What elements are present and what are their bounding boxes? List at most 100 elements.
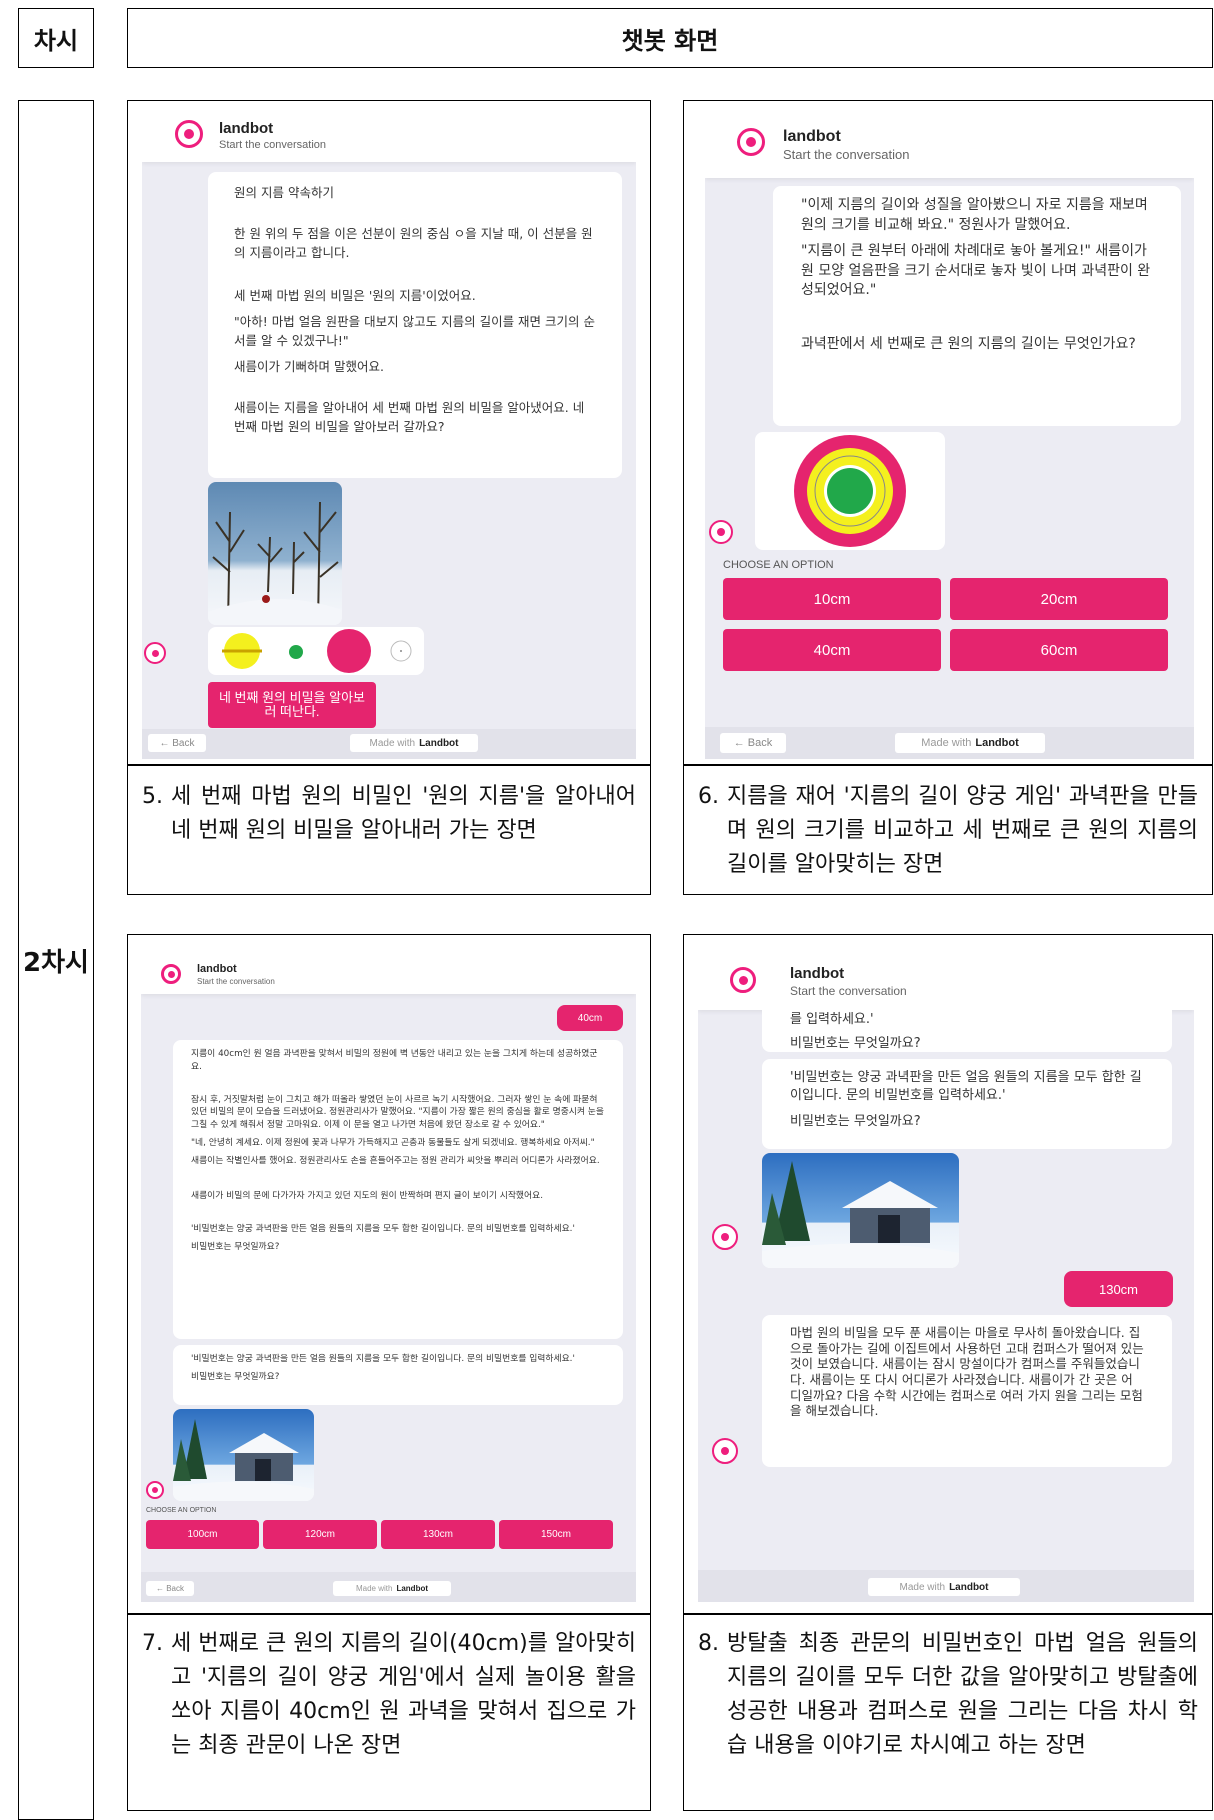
message-text: '비밀번호는 양궁 과녁판을 만든 얼음 원들의 지름을 모두 합한 길이입니다… (191, 1354, 575, 1364)
caption-text: 지름을 재어 '지름의 길이 양궁 게임' 과녁판을 만들며 원의 크기를 비교… (727, 784, 1198, 878)
made-with-landbot-link[interactable]: Made with Landbot (868, 1578, 1020, 1596)
button-label: 네 번째 원의 비밀을 알아보러 떠난다. (218, 689, 365, 719)
bot-subtitle: Start the conversation (197, 977, 275, 986)
message-text: 를 입력하세요.' (790, 1012, 874, 1027)
landbot-logo-icon (730, 967, 756, 993)
caption-number: 8. (698, 1631, 719, 1656)
landbot-logo-icon (175, 120, 203, 148)
bot-message: 지름이 40cm인 원 얼음 과녁판을 맞혀서 비밀의 정원에 벽 년동안 내리… (173, 1040, 623, 1339)
bot-avatar-icon (712, 1224, 738, 1250)
panel-7-caption-cell: 7. 세 번째로 큰 원의 지름의 길이(40cm)를 알아맞히고 '지름의 길… (127, 1614, 651, 1811)
bot-name: landbot (219, 120, 274, 137)
panel-5-screenshot-cell: landbot Start the conversation 원의 지름 약속하… (127, 100, 651, 765)
made-with-brand: Landbot (419, 737, 459, 749)
caption-number: 7. (142, 1631, 163, 1656)
message-text: 한 원 위의 두 점을 이은 선분이 원의 중심 ㅇ을 지날 때, 이 선분을 … (234, 226, 593, 260)
back-button[interactable]: ← Back (148, 734, 206, 752)
message-text: 과녁판에서 세 번째로 큰 원의 지름의 길이는 무엇인가요? (801, 335, 1136, 352)
session-column-header: 차시 (18, 8, 94, 68)
landbot-logo-icon (737, 128, 765, 156)
option-button[interactable]: 60cm (950, 629, 1168, 671)
message-text: "네, 안녕히 계세요. 이제 정원에 꽃과 나무가 가득해지고 곤충과 동물들… (191, 1138, 595, 1149)
option-label: 40cm (813, 641, 851, 659)
option-button[interactable]: 120cm (263, 1520, 377, 1549)
session-cell: 2차시 (18, 100, 94, 1820)
chatbot-screen: landbot Start the conversation "이제 지름의 길… (705, 102, 1194, 759)
made-with-landbot-link[interactable]: Made with Landbot (350, 734, 478, 752)
back-arrow-icon: ← (733, 737, 748, 749)
message-text: 지름이 40cm인 원 얼음 과녁판을 맞혀서 비밀의 정원에 벽 년동안 내리… (191, 1049, 598, 1072)
bot-message: '비밀번호는 양궁 과녁판을 만든 얼음 원들의 지름을 모두 합한 길이입니다… (173, 1345, 623, 1405)
bot-avatar-icon (144, 642, 166, 664)
bot-name: landbot (783, 128, 841, 145)
panel-6-screenshot-cell: landbot Start the conversation "이제 지름의 길… (683, 100, 1213, 765)
back-button[interactable]: ← Back (720, 733, 786, 753)
back-label: Back (166, 1584, 185, 1593)
back-label: Back (747, 737, 773, 749)
message-text: 비밀번호는 무엇일까요? (191, 1372, 280, 1383)
option-button[interactable]: 20cm (950, 578, 1168, 620)
made-with-landbot-link[interactable]: Made with Landbot (895, 733, 1045, 753)
option-button[interactable]: 150cm (499, 1520, 613, 1549)
option-label: 130cm (422, 1529, 453, 1540)
option-label: 100cm (187, 1529, 218, 1540)
caption-number: 6. (698, 784, 719, 809)
choose-option-label: CHOOSE AN OPTION (146, 1507, 217, 1514)
circles-image (208, 627, 424, 675)
option-button[interactable]: 40cm (723, 629, 941, 671)
made-with-landbot-link[interactable]: Made with Landbot (333, 1581, 451, 1596)
panel-5-caption-cell: 5. 세 번째 마법 원의 비밀인 '원의 지름'을 알아내어 네 번째 원의 … (127, 765, 651, 895)
made-with-brand: Landbot (949, 1581, 989, 1593)
option-button[interactable]: 100cm (146, 1520, 259, 1549)
screen-header-label: 챗봇 화면 (621, 26, 719, 55)
next-secret-button[interactable]: 네 번째 원의 비밀을 알아보러 떠난다. (208, 682, 376, 728)
message-text: 새름이는 작별인사를 했어요. 정원관리사도 손을 흔들어주고는 정원 관리가 … (191, 1156, 600, 1167)
panel-6-caption-cell: 6. 지름을 재어 '지름의 길이 양궁 게임' 과녁판을 만들며 원의 크기를… (683, 765, 1213, 895)
bot-message: "이제 지름의 길이와 성질을 알아봤으니 자로 지름을 재보며 원의 크기를 … (773, 186, 1181, 426)
caption-text: 세 번째 마법 원의 비밀인 '원의 지름'을 알아내어 네 번째 원의 비밀을… (171, 784, 636, 844)
chat-footer: ← Back Made with Landbot (141, 1572, 636, 1602)
made-with-label: Made with (899, 1581, 946, 1593)
bot-subtitle: Start the conversation (790, 984, 907, 998)
session-label: 2차시 (23, 947, 89, 978)
message-text: 새름이가 비밀의 문에 다가가자 가지고 있던 지도의 원이 반짝하며 편지 글… (191, 1191, 543, 1202)
target-image (755, 432, 945, 550)
session-header-label: 차시 (33, 26, 79, 55)
bot-name: landbot (790, 965, 845, 982)
option-button[interactable]: 130cm (381, 1520, 495, 1549)
message-text: 비밀번호는 무엇일까요? (790, 1036, 921, 1052)
panel-7-screenshot-cell: landbot Start the conversation 40cm 지름이 … (127, 934, 651, 1614)
message-text: '비밀번호는 양궁 과녁판을 만든 얼음 원들의 지름을 모두 합한 길이입니다… (790, 1070, 1142, 1104)
user-answer-text: 40cm (577, 1012, 603, 1024)
bot-message: 마법 원의 비밀을 모두 푼 새름이는 마을로 무사히 돌아왔습니다. 집으로 … (762, 1315, 1172, 1467)
option-label: 20cm (1040, 590, 1078, 608)
bot-name: landbot (197, 963, 237, 975)
message-text: "아하! 마법 얼음 원판을 대보지 않고도 지름의 길이를 재면 크기의 순서… (234, 313, 595, 348)
message-text: 새름이는 지름을 알아내어 세 번째 마법 원의 비밀을 알아냈어요. 네 번째… (234, 400, 585, 434)
message-text: 비밀번호는 무엇일까요? (191, 1242, 280, 1253)
user-answer-bubble: 130cm (1064, 1271, 1173, 1307)
panel-8-screenshot-cell: landbot Start the conversation 를 입력하세요.'… (683, 934, 1213, 1614)
bot-avatar-icon (146, 1481, 164, 1499)
caption-number: 5. (142, 784, 163, 809)
message-text: 원의 지름 약속하기 (234, 185, 334, 200)
option-label: 60cm (1040, 641, 1078, 659)
bot-subtitle: Start the conversation (783, 147, 910, 162)
back-button[interactable]: ← Back (146, 1581, 194, 1596)
winter-forest-image (208, 482, 342, 625)
message-text: 잠시 후, 거짓말처럼 눈이 그치고 해가 떠올라 쌓였던 눈이 사르르 녹기 … (191, 1094, 604, 1131)
made-with-brand: Landbot (975, 737, 1019, 749)
chatbot-screen: landbot Start the conversation 원의 지름 약속하… (142, 102, 636, 759)
option-label: 120cm (304, 1529, 335, 1540)
message-text: 마법 원의 비밀을 모두 푼 새름이는 마을로 무사히 돌아왔습니다. 집으로 … (790, 1325, 1144, 1419)
user-answer-text: 130cm (1098, 1281, 1139, 1297)
bot-message: '비밀번호는 양궁 과녁판을 만든 얼음 원들의 지름을 모두 합한 길이입니다… (762, 1059, 1172, 1149)
option-button[interactable]: 10cm (723, 578, 941, 620)
made-with-label: Made with (921, 737, 972, 749)
made-with-brand: Landbot (396, 1584, 428, 1593)
chat-header: landbot Start the conversation (142, 102, 636, 162)
chat-header: landbot Start the conversation (141, 950, 636, 994)
panel-8-caption-cell: 8. 방탈출 최종 관문의 비밀번호인 마법 얼음 원들의 지름의 길이를 모두… (683, 1614, 1213, 1811)
option-label: 150cm (540, 1529, 571, 1540)
chat-footer: ← Back Made with Landbot (705, 727, 1194, 759)
